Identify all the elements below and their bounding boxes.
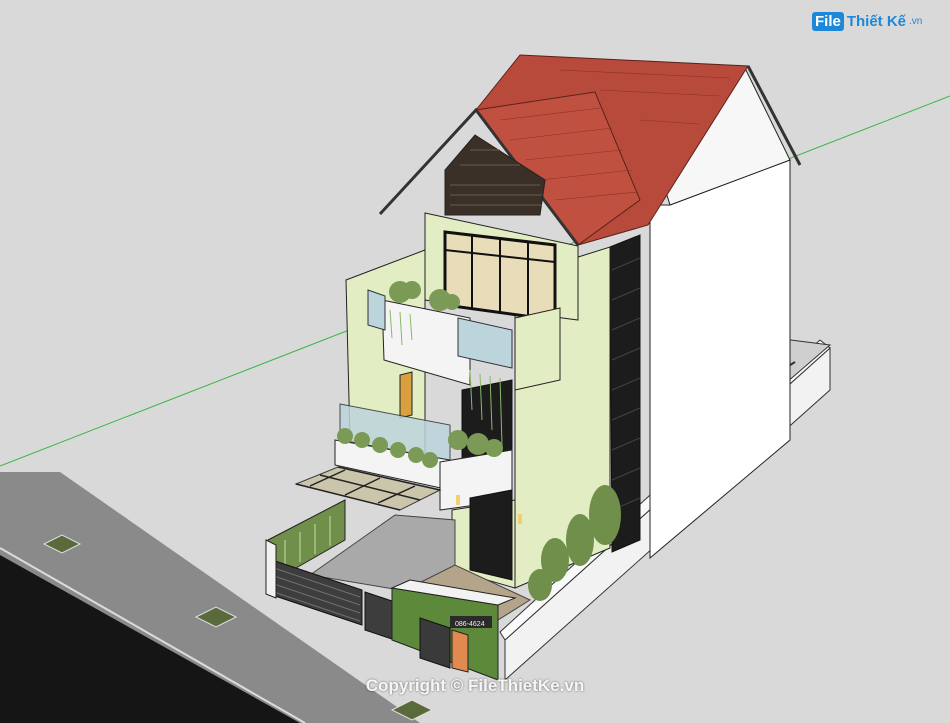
- wall-light-2: [518, 514, 522, 524]
- ground-floor-glass: [469, 489, 513, 581]
- gate-pillar-left: [265, 539, 277, 599]
- wall-light-1: [456, 495, 460, 505]
- logo-ext: .vn: [909, 16, 923, 27]
- house-number-text: 086-4624: [455, 621, 485, 628]
- logo-badge: File: [812, 12, 844, 31]
- copyright-watermark: Copyright © FileThietKe.vn: [365, 676, 585, 695]
- wooden-door-upper: [399, 371, 413, 419]
- logo-name: Thiết Kế: [846, 13, 907, 30]
- entrance-door-panel: [451, 629, 469, 673]
- site-logo[interactable]: File Thiết Kế .vn: [812, 12, 922, 31]
- planter-box-right: [514, 307, 561, 391]
- 3d-model-viewport[interactable]: [0, 0, 950, 723]
- balcony-glass-left: [367, 289, 386, 331]
